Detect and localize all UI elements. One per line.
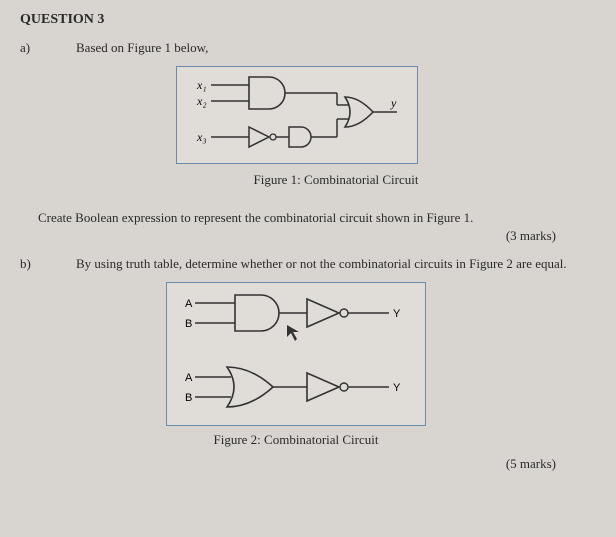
buffer-and-icon (289, 127, 311, 147)
or-gate-icon (345, 97, 373, 127)
part-a: a) Based on Figure 1 below, x₁ x₂ x₃ (20, 40, 596, 202)
part-a-task: Create Boolean expression to represent t… (38, 210, 556, 226)
cursor-icon (287, 325, 299, 341)
part-b-prompt: By using truth table, determine whether … (76, 256, 596, 272)
c1-and-gate-icon (235, 295, 279, 331)
part-b-label: b) (20, 256, 76, 448)
not-gate-icon (249, 127, 269, 147)
part-b-marks: (5 marks) (20, 456, 556, 472)
c1-not-gate-icon (307, 299, 339, 327)
c1-y-label: Y (393, 308, 401, 320)
c1-b-label: B (185, 318, 192, 330)
c1-a-label: A (185, 298, 193, 310)
figure-1-box: x₁ x₂ x₃ (176, 66, 418, 164)
c2-not-gate-icon (307, 373, 339, 401)
c2-b-label: B (185, 392, 192, 404)
part-a-label: a) (20, 40, 76, 202)
c2-y-label: Y (393, 382, 401, 394)
figure-2-circuits: A B Y A B (167, 283, 427, 427)
part-a-marks: (3 marks) (20, 228, 556, 244)
part-b: b) By using truth table, determine wheth… (20, 256, 596, 448)
and-gate-icon (249, 77, 285, 109)
c2-a-label: A (185, 372, 193, 384)
x1-label: x₁ (196, 78, 207, 92)
y-label: y (390, 96, 397, 110)
figure-2-caption: Figure 2: Combinatorial Circuit (166, 432, 426, 448)
x2-label: x₂ (196, 94, 207, 108)
part-a-prompt: Based on Figure 1 below, (76, 40, 596, 56)
c2-or-gate-icon (227, 367, 273, 407)
question-header: QUESTION 3 (20, 12, 596, 28)
x3-label: x₃ (196, 130, 207, 144)
figure-1-circuit: x₁ x₂ x₃ (177, 67, 419, 165)
figure-1-caption: Figure 1: Combinatorial Circuit (76, 172, 596, 188)
figure-2-box: A B Y A B (166, 282, 426, 426)
